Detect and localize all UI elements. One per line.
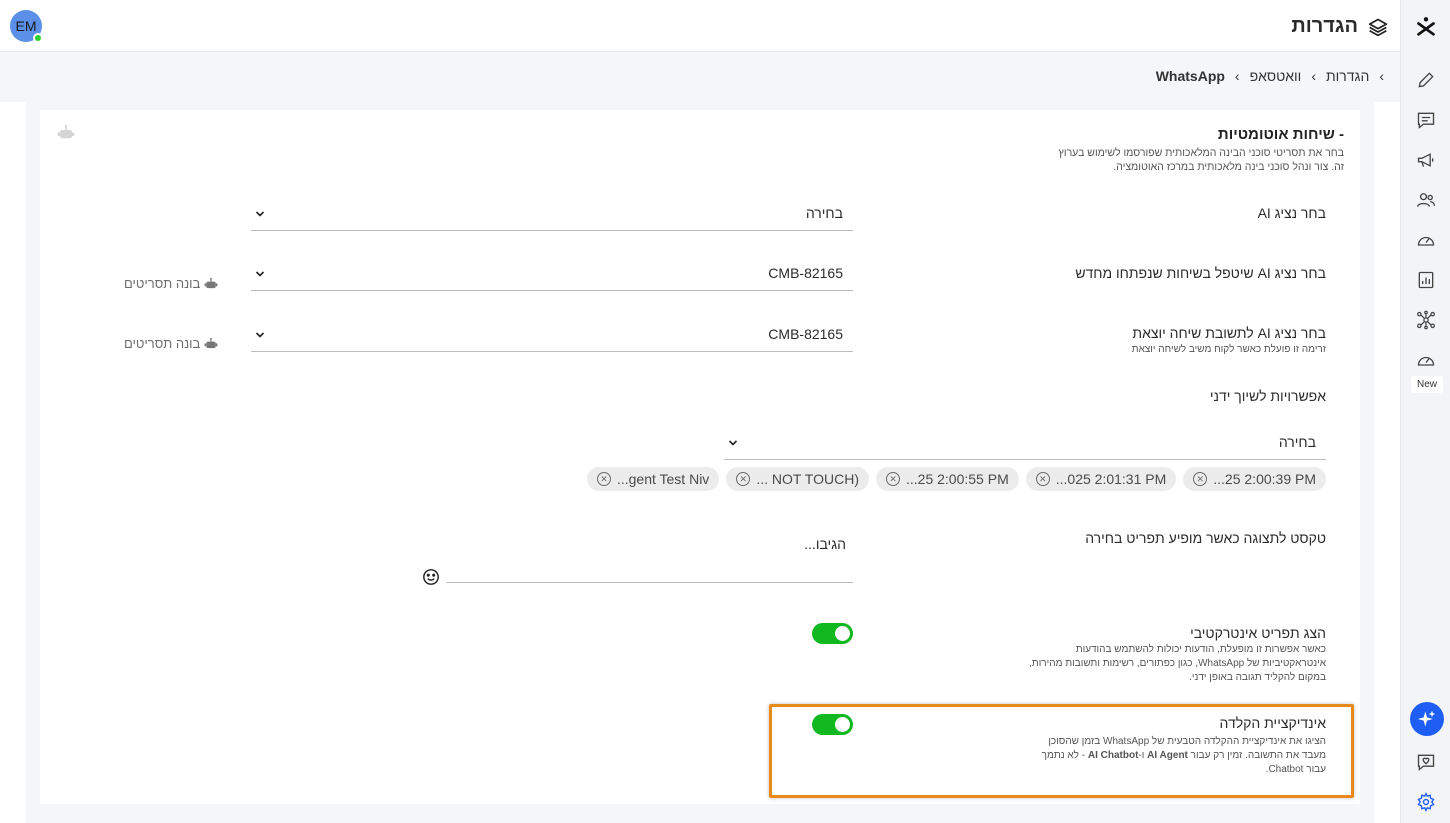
chip-remove-icon[interactable]: ✕ xyxy=(1193,472,1208,486)
new-chat-agent-select[interactable]: CMB-82165 xyxy=(251,259,853,291)
chip-label: ...025 2:01:31 PM xyxy=(1055,471,1167,487)
chip-label: ... NOT TOUCH) xyxy=(756,471,859,487)
selected-chip: ✕ ...025 2:01:31 PM xyxy=(1025,467,1177,491)
typing-indicator-toggle[interactable] xyxy=(812,714,853,735)
chip-remove-icon[interactable]: ✕ xyxy=(736,472,751,486)
menu-text-label: טקסט לתצוגה כאשר מופיע תפריט בחירה xyxy=(1085,530,1326,546)
chip-label: ...25 2:00:55 PM xyxy=(906,471,1009,487)
pencil-icon[interactable] xyxy=(1414,68,1438,92)
manual-assign-value: בחירה xyxy=(1278,434,1316,450)
robot-icon xyxy=(204,337,218,348)
outgoing-agent-hint: זרימה זו פועלת כאשר לקוח משיב לשיחה יוצא… xyxy=(1131,344,1326,355)
report-icon[interactable] xyxy=(1414,268,1438,292)
logo-icon[interactable] xyxy=(1414,14,1438,38)
layers-icon xyxy=(1368,18,1388,37)
interactive-menu-hint-2: אינטראקטיביות של WhatsApp, כגון כפתורים,… xyxy=(1029,658,1326,669)
chevron-icon: › xyxy=(1234,68,1240,84)
breadcrumb: › הגדרות › וואטסאפ › WhatsApp xyxy=(1156,68,1384,84)
icon-rail: New xyxy=(1400,0,1450,823)
section-title: - שיחות אוטומטיות xyxy=(1217,126,1344,143)
selected-chip: ✕ ... NOT TOUCH) xyxy=(726,467,869,491)
manual-assign-label: אפשרויות לשיוך ידני xyxy=(1209,388,1326,404)
new-chat-agent-label: בחר נציג AI שיטפל בשיחות שנפתחו מחדש xyxy=(1075,265,1326,281)
chip-remove-icon[interactable]: ✕ xyxy=(596,472,611,486)
outgoing-agent-label: בחר נציג AI לתשובת שיחה יוצאת xyxy=(1132,325,1326,341)
ai-sparkle-icon xyxy=(1417,710,1436,727)
hint-text: - לא נתמך xyxy=(1041,750,1088,761)
typing-indicator-hint-2: מעבד את התשובה. זמין רק עבור AI Agent ו-… xyxy=(1042,749,1326,763)
chevron-down-icon xyxy=(255,332,265,338)
hint-bold-ai-agent: AI Agent xyxy=(1147,750,1188,761)
selected-chip: ✕ ...25 2:00:39 PM xyxy=(1183,467,1326,491)
manual-assign-select[interactable]: בחירה xyxy=(724,428,1326,460)
chevron-icon: › xyxy=(1311,68,1316,84)
section-description: בחר את תסריטי סוכני הבינה המלאכותית שפור… xyxy=(1058,147,1344,173)
chevron-down-icon xyxy=(255,271,265,277)
hint-bold-ai-chatbot: AI Chatbot xyxy=(1087,750,1139,761)
robot-icon xyxy=(57,125,75,139)
menu-text-underline xyxy=(446,582,853,583)
menu-text-input[interactable]: הגיבו... xyxy=(804,536,846,552)
typing-indicator-label: אינדיקציית הקלדה xyxy=(1219,715,1326,731)
breadcrumb-settings[interactable]: הגדרות xyxy=(1326,68,1369,84)
avatar-initials: EM xyxy=(15,18,37,34)
manual-assign-chips: ✕ ...25 2:00:39 PM ✕ ...025 2:01:31 PM ✕..… xyxy=(586,467,1326,491)
settings-card: - שיחות אוטומטיות בחר את תסריטי סוכני הב… xyxy=(40,110,1360,804)
breadcrumb-bar: › הגדרות › וואטסאפ › WhatsApp xyxy=(0,52,1400,102)
contacts-icon[interactable] xyxy=(1414,188,1438,212)
chip-remove-icon[interactable]: ✕ xyxy=(886,472,900,486)
script-builder-link[interactable]: בונה תסריטים xyxy=(124,336,218,351)
chip-label: ...25 2:00:39 PM xyxy=(1213,471,1316,487)
outgoing-agent-value: CMB-82165 xyxy=(768,326,843,342)
script-builder-link[interactable]: בונה תסריטים xyxy=(124,276,218,291)
new-badge: New xyxy=(1411,376,1443,393)
breadcrumb-whatsapp-he[interactable]: וואטסאפ xyxy=(1250,68,1302,84)
interactive-menu-hint-1: כאשר אפשרות זו מופעלת, הודעות יכולות להש… xyxy=(1075,644,1326,655)
avatar[interactable]: EM xyxy=(10,10,43,43)
selected-chip: ✕ ...25 2:00:55 PM xyxy=(876,467,1019,491)
chip-remove-icon[interactable]: ✕ xyxy=(1035,472,1050,486)
hint-text: ו- xyxy=(1138,750,1148,761)
gauge-new-icon[interactable] xyxy=(1414,348,1438,372)
megaphone-icon[interactable] xyxy=(1414,148,1438,172)
ai-agent-label: בחר נציג AI xyxy=(1257,205,1326,221)
new-chat-agent-value: CMB-82165 xyxy=(768,265,843,281)
content-area: - שיחות אוטומטיות בחר את תסריטי סוכני הב… xyxy=(26,102,1374,823)
outgoing-agent-select[interactable]: CMB-82165 xyxy=(251,320,853,352)
chat-icon[interactable] xyxy=(1414,108,1438,132)
settings-icon[interactable] xyxy=(1414,790,1438,814)
typing-indicator-hint-1: הציגו את אינדיקציית ההקלדה הטבעית של Wha… xyxy=(1048,736,1326,747)
interactive-menu-hint-3: במקום להקליד תגובה באופן ידני. xyxy=(1189,672,1326,683)
heart-chat-icon[interactable] xyxy=(1414,750,1438,774)
interactive-menu-label: הצג תפריט אינטרקטיבי xyxy=(1190,625,1326,641)
toggle-knob xyxy=(835,717,850,732)
chevron-down-icon xyxy=(728,440,738,446)
network-icon[interactable] xyxy=(1414,308,1438,332)
chip-label: ...gent Test Niv xyxy=(616,471,710,487)
ai-agent-select[interactable]: בחירה xyxy=(251,199,853,231)
selected-chip: ✕ ...gent Test Niv xyxy=(586,467,720,491)
typing-indicator-hint-3: עבור Chatbot. xyxy=(1265,764,1326,775)
script-builder-label: בונה תסריטים xyxy=(124,276,201,291)
hint-text: מעבד את התשובה. זמין רק עבור xyxy=(1187,750,1326,761)
page-title: הגדרות xyxy=(1291,15,1358,37)
breadcrumb-whatsapp: WhatsApp xyxy=(1155,68,1225,84)
online-status-dot xyxy=(33,33,43,43)
ai-agent-value: בחירה xyxy=(805,205,843,221)
chevron-down-icon xyxy=(255,211,265,217)
gauge-icon[interactable] xyxy=(1414,228,1438,252)
chevron-icon: › xyxy=(1379,68,1384,84)
ai-sparkle-button[interactable] xyxy=(1410,702,1444,736)
emoji-icon[interactable] xyxy=(422,568,440,586)
toggle-knob xyxy=(835,626,850,641)
robot-icon xyxy=(204,277,218,288)
top-header: EM הגדרות xyxy=(0,0,1400,52)
script-builder-label: בונה תסריטים xyxy=(124,336,201,351)
interactive-menu-toggle[interactable] xyxy=(812,623,853,644)
